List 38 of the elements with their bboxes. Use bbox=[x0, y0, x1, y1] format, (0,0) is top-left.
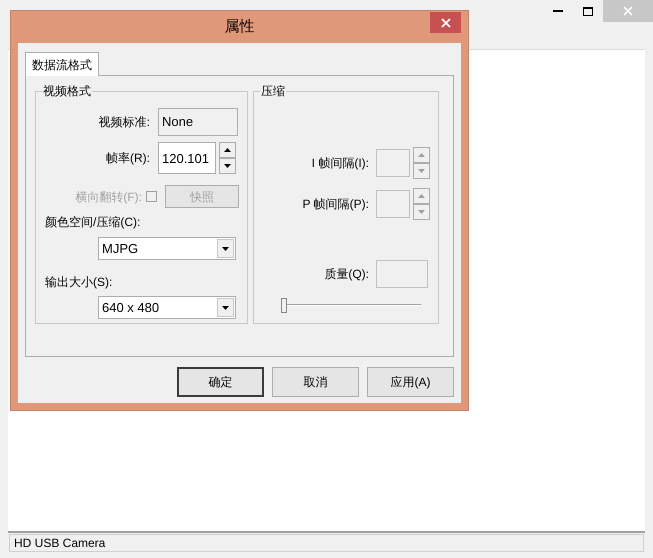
down-arrow-icon bbox=[222, 246, 229, 250]
dropdown[interactable]: 640 x 480 bbox=[98, 296, 236, 319]
group-title: 视频格式 bbox=[42, 83, 92, 99]
field-label: 横向翻转(F): bbox=[74, 188, 142, 206]
close-icon bbox=[623, 6, 633, 16]
tab[interactable]: 数据流格式 bbox=[25, 52, 99, 76]
close-button[interactable] bbox=[430, 12, 461, 33]
down-arrow-icon bbox=[418, 210, 425, 214]
up-arrow-icon bbox=[418, 194, 425, 198]
field-label: 帧率(R): bbox=[105, 150, 150, 167]
down-arrow-icon bbox=[224, 164, 231, 168]
field-label: I 帧间隔(I): bbox=[310, 155, 369, 172]
down-arrow-icon bbox=[222, 306, 229, 310]
slider-thumb[interactable] bbox=[281, 298, 287, 313]
spin-up-button[interactable] bbox=[219, 142, 236, 158]
field-label: 输出大小(S): bbox=[45, 274, 114, 291]
down-arrow-icon bbox=[418, 169, 425, 173]
spin-down-button[interactable] bbox=[219, 158, 236, 174]
group-title: 压缩 bbox=[260, 83, 286, 99]
quality-slider[interactable] bbox=[281, 298, 421, 314]
minimize-icon bbox=[553, 10, 563, 12]
field-label: 视频标准: bbox=[98, 114, 150, 131]
field-label: P 帧间隔(P): bbox=[302, 196, 369, 213]
close-icon bbox=[440, 18, 450, 28]
dialog-button[interactable]: 取消 bbox=[272, 367, 359, 397]
up-arrow-icon bbox=[224, 148, 231, 152]
frame-rate-field[interactable]: 120.101 bbox=[158, 142, 216, 174]
field-label: 颜色空间/压缩(C): bbox=[45, 214, 142, 231]
dialog-title: 属性 bbox=[224, 16, 254, 37]
dialog-button[interactable]: 应用(A) bbox=[367, 367, 454, 397]
up-arrow-icon bbox=[418, 153, 425, 157]
dropdown[interactable]: MJPG bbox=[98, 237, 236, 260]
status-bar: HD USB Camera bbox=[9, 534, 644, 552]
video-standard-field: None bbox=[158, 108, 238, 136]
maximize-icon bbox=[583, 6, 593, 16]
quality-field bbox=[376, 260, 428, 288]
dialog-button[interactable]: 确定 bbox=[177, 367, 264, 397]
field-label: 质量(Q): bbox=[323, 266, 369, 283]
